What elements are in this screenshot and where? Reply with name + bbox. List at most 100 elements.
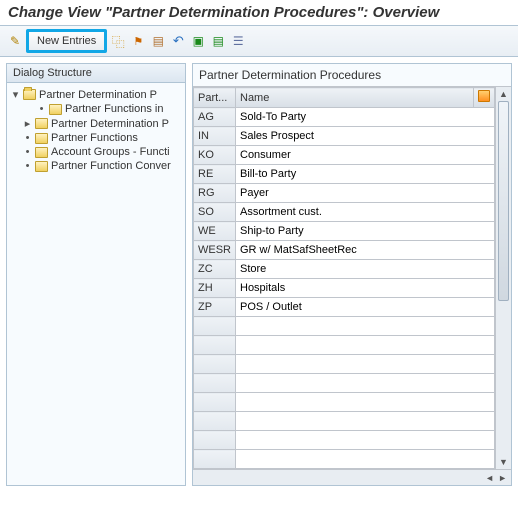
ribbon-icon[interactable]: ⚑ xyxy=(129,32,147,50)
scroll-down-icon[interactable]: ▼ xyxy=(499,455,508,469)
cell-name[interactable]: Payer xyxy=(236,184,495,203)
copy-icon[interactable] xyxy=(109,32,127,50)
table-row[interactable]: WESRGR w/ MatSafSheetRec xyxy=(194,241,495,260)
scroll-up-icon[interactable]: ▲ xyxy=(499,87,508,101)
cell-name[interactable] xyxy=(236,412,495,431)
cell-name[interactable] xyxy=(236,317,495,336)
tree-label: Partner Functions in xyxy=(65,103,163,115)
scroll-right-icon[interactable]: ► xyxy=(498,473,507,483)
table-row[interactable] xyxy=(194,450,495,469)
cell-code[interactable] xyxy=(194,317,236,336)
table-title: Partner Determination Procedures xyxy=(193,64,511,86)
caret-icon[interactable]: ▸ xyxy=(23,117,32,130)
cell-name[interactable]: Hospitals xyxy=(236,279,495,298)
table-row[interactable]: AGSold-To Party xyxy=(194,108,495,127)
col-header-part[interactable]: Part... xyxy=(194,88,236,108)
cell-name[interactable]: Sales Prospect xyxy=(236,127,495,146)
table-row[interactable]: ZCStore xyxy=(194,260,495,279)
cell-name[interactable]: GR w/ MatSafSheetRec xyxy=(236,241,495,260)
horizontal-scrollbar[interactable]: ◄ ► xyxy=(193,469,511,485)
save-icon[interactable] xyxy=(189,32,207,50)
cell-code[interactable]: ZP xyxy=(194,298,236,317)
cell-code[interactable] xyxy=(194,431,236,450)
cell-name[interactable] xyxy=(236,374,495,393)
cell-code[interactable]: AG xyxy=(194,108,236,127)
layers-icon[interactable] xyxy=(149,32,167,50)
cell-name[interactable]: Ship-to Party xyxy=(236,222,495,241)
table-row[interactable] xyxy=(194,355,495,374)
cell-code[interactable] xyxy=(194,393,236,412)
bullet-icon: • xyxy=(23,132,32,144)
table-row[interactable]: ZHHospitals xyxy=(194,279,495,298)
table-row[interactable]: REBill-to Party xyxy=(194,165,495,184)
cell-code[interactable]: RE xyxy=(194,165,236,184)
cell-name[interactable]: Assortment cust. xyxy=(236,203,495,222)
vertical-scrollbar[interactable]: ▲ ▼ xyxy=(495,87,511,469)
cell-name[interactable]: Bill-to Party xyxy=(236,165,495,184)
cell-code[interactable]: WESR xyxy=(194,241,236,260)
table-row[interactable]: ZPPOS / Outlet xyxy=(194,298,495,317)
new-entries-button[interactable]: New Entries xyxy=(26,29,107,53)
select-all-icon[interactable] xyxy=(478,90,490,102)
cell-code[interactable]: ZH xyxy=(194,279,236,298)
cell-name[interactable]: POS / Outlet xyxy=(236,298,495,317)
main-area: Dialog Structure ▾ Partner Determination… xyxy=(0,57,518,492)
cell-code[interactable] xyxy=(194,450,236,469)
folder-icon xyxy=(35,118,48,129)
cell-name[interactable] xyxy=(236,450,495,469)
tree-node[interactable]: • Partner Function Conver xyxy=(9,159,183,173)
scroll-left-icon[interactable]: ◄ xyxy=(485,473,494,483)
cell-code[interactable]: WE xyxy=(194,222,236,241)
tree-label: Partner Determination P xyxy=(39,89,157,101)
cell-code[interactable]: KO xyxy=(194,146,236,165)
tree-node[interactable]: • Partner Functions in xyxy=(9,102,183,116)
dialog-structure-panel: Dialog Structure ▾ Partner Determination… xyxy=(6,63,186,486)
cell-code[interactable]: ZC xyxy=(194,260,236,279)
pencil-icon[interactable] xyxy=(6,32,24,50)
tree-node[interactable]: • Account Groups - Functi xyxy=(9,145,183,159)
scroll-thumb[interactable] xyxy=(498,101,509,301)
save-all-icon[interactable] xyxy=(209,32,227,50)
cell-code[interactable] xyxy=(194,412,236,431)
table-row[interactable]: KOConsumer xyxy=(194,146,495,165)
folder-icon xyxy=(35,147,48,158)
table-row[interactable] xyxy=(194,393,495,412)
cell-name[interactable]: Sold-To Party xyxy=(236,108,495,127)
cell-code[interactable] xyxy=(194,355,236,374)
cell-code[interactable]: SO xyxy=(194,203,236,222)
bullet-icon: • xyxy=(23,146,32,158)
cell-code[interactable] xyxy=(194,374,236,393)
cell-code[interactable] xyxy=(194,336,236,355)
col-header-select[interactable] xyxy=(474,88,495,108)
tree-node[interactable]: • Partner Functions xyxy=(9,131,183,145)
table-panel: Partner Determination Procedures Part...… xyxy=(192,63,512,486)
cell-name[interactable] xyxy=(236,336,495,355)
scroll-track[interactable] xyxy=(496,101,511,455)
cell-code[interactable]: IN xyxy=(194,127,236,146)
cell-name[interactable] xyxy=(236,393,495,412)
tree-node[interactable]: ▸ Partner Determination P xyxy=(9,116,183,131)
caret-icon[interactable]: ▾ xyxy=(11,88,20,101)
table-row[interactable]: SOAssortment cust. xyxy=(194,203,495,222)
table-row[interactable] xyxy=(194,431,495,450)
tree-label: Partner Functions xyxy=(51,132,138,144)
list-icon[interactable] xyxy=(229,32,247,50)
table-row[interactable]: WEShip-to Party xyxy=(194,222,495,241)
cell-name[interactable] xyxy=(236,431,495,450)
folder-icon xyxy=(35,133,48,144)
table-row[interactable]: INSales Prospect xyxy=(194,127,495,146)
table-row[interactable] xyxy=(194,374,495,393)
cell-name[interactable]: Store xyxy=(236,260,495,279)
table-row[interactable] xyxy=(194,317,495,336)
cell-code[interactable]: RG xyxy=(194,184,236,203)
table-row[interactable]: RGPayer xyxy=(194,184,495,203)
cell-name[interactable] xyxy=(236,355,495,374)
tree-node[interactable]: ▾ Partner Determination P xyxy=(9,87,183,102)
cell-name[interactable]: Consumer xyxy=(236,146,495,165)
col-header-name[interactable]: Name xyxy=(236,88,474,108)
table-row[interactable] xyxy=(194,412,495,431)
bullet-icon: • xyxy=(37,103,46,115)
undo-icon[interactable] xyxy=(169,32,187,50)
data-table: Part... Name AGSold-To PartyINSales Pros… xyxy=(193,87,495,469)
table-row[interactable] xyxy=(194,336,495,355)
